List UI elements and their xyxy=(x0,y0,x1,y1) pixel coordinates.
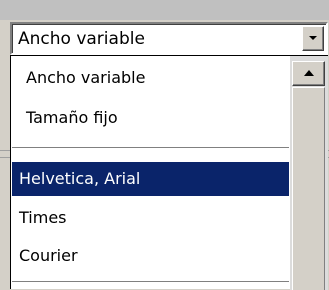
list-item[interactable]: Ancho variable xyxy=(12,61,289,95)
chevron-down-icon xyxy=(309,36,317,40)
chevron-up-icon xyxy=(304,70,314,76)
combo-selected-value: Ancho variable xyxy=(18,29,145,49)
scroll-up-button[interactable] xyxy=(292,61,325,86)
background-strip xyxy=(0,0,329,20)
font-select-combobox[interactable]: Ancho variable xyxy=(10,22,328,55)
list-separator xyxy=(12,281,289,282)
list-item-selected[interactable]: Helvetica, Arial xyxy=(12,162,289,196)
scrollbar-thumb[interactable] xyxy=(292,87,325,290)
list-separator xyxy=(12,147,289,148)
list-item[interactable]: Courier xyxy=(12,239,289,273)
list-item[interactable]: Times xyxy=(12,201,289,235)
dropdown-button[interactable] xyxy=(302,26,324,51)
list-item[interactable]: Tamaño fijo xyxy=(12,101,289,135)
dropdown-list: Ancho variable Tamaño fijo Helvetica, Ar… xyxy=(10,55,328,290)
vertical-scrollbar[interactable] xyxy=(290,56,328,290)
